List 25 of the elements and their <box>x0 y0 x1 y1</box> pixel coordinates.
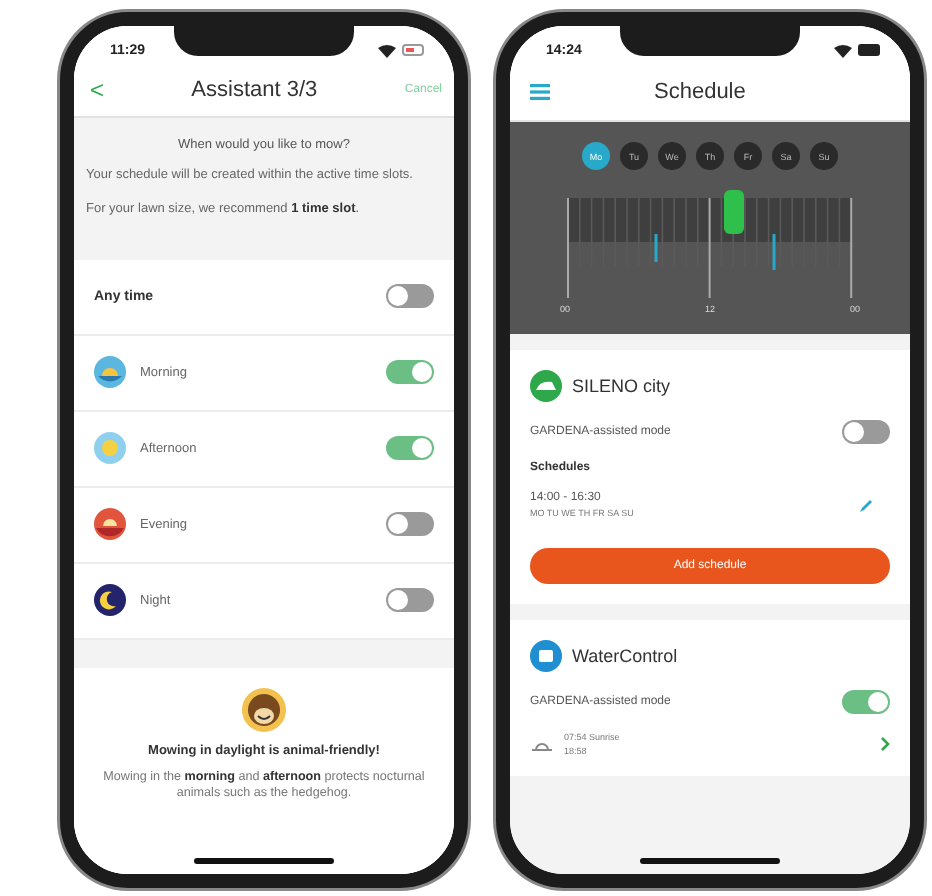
screen-title: Assistant 3/3 <box>191 78 318 102</box>
night-icon <box>94 584 126 617</box>
home-indicator <box>194 858 334 864</box>
screen-title: Schedule <box>654 80 746 104</box>
toggle-switch[interactable] <box>386 436 434 461</box>
toggle-switch[interactable] <box>842 420 890 444</box>
wifi-icon <box>834 43 852 57</box>
device-name: WaterControl <box>572 646 678 666</box>
menu-icon <box>530 84 550 100</box>
toggle-switch[interactable] <box>386 360 434 385</box>
battery-icon <box>402 44 426 56</box>
toggle-switch[interactable] <box>842 690 890 714</box>
smiling-face-icon <box>242 687 286 732</box>
wifi-icon <box>378 43 396 57</box>
battery-icon <box>858 44 882 56</box>
toggle-switch[interactable] <box>386 512 434 537</box>
pencil-icon <box>858 497 874 513</box>
toggle-switch[interactable] <box>386 588 434 613</box>
device-name: SILENO city <box>572 376 671 396</box>
evening-icon <box>94 508 126 541</box>
toggle-switch[interactable] <box>386 284 434 309</box>
morning-icon <box>94 356 126 389</box>
home-indicator <box>640 858 780 864</box>
chevron-icon <box>880 736 890 752</box>
afternoon-icon <box>94 432 126 465</box>
